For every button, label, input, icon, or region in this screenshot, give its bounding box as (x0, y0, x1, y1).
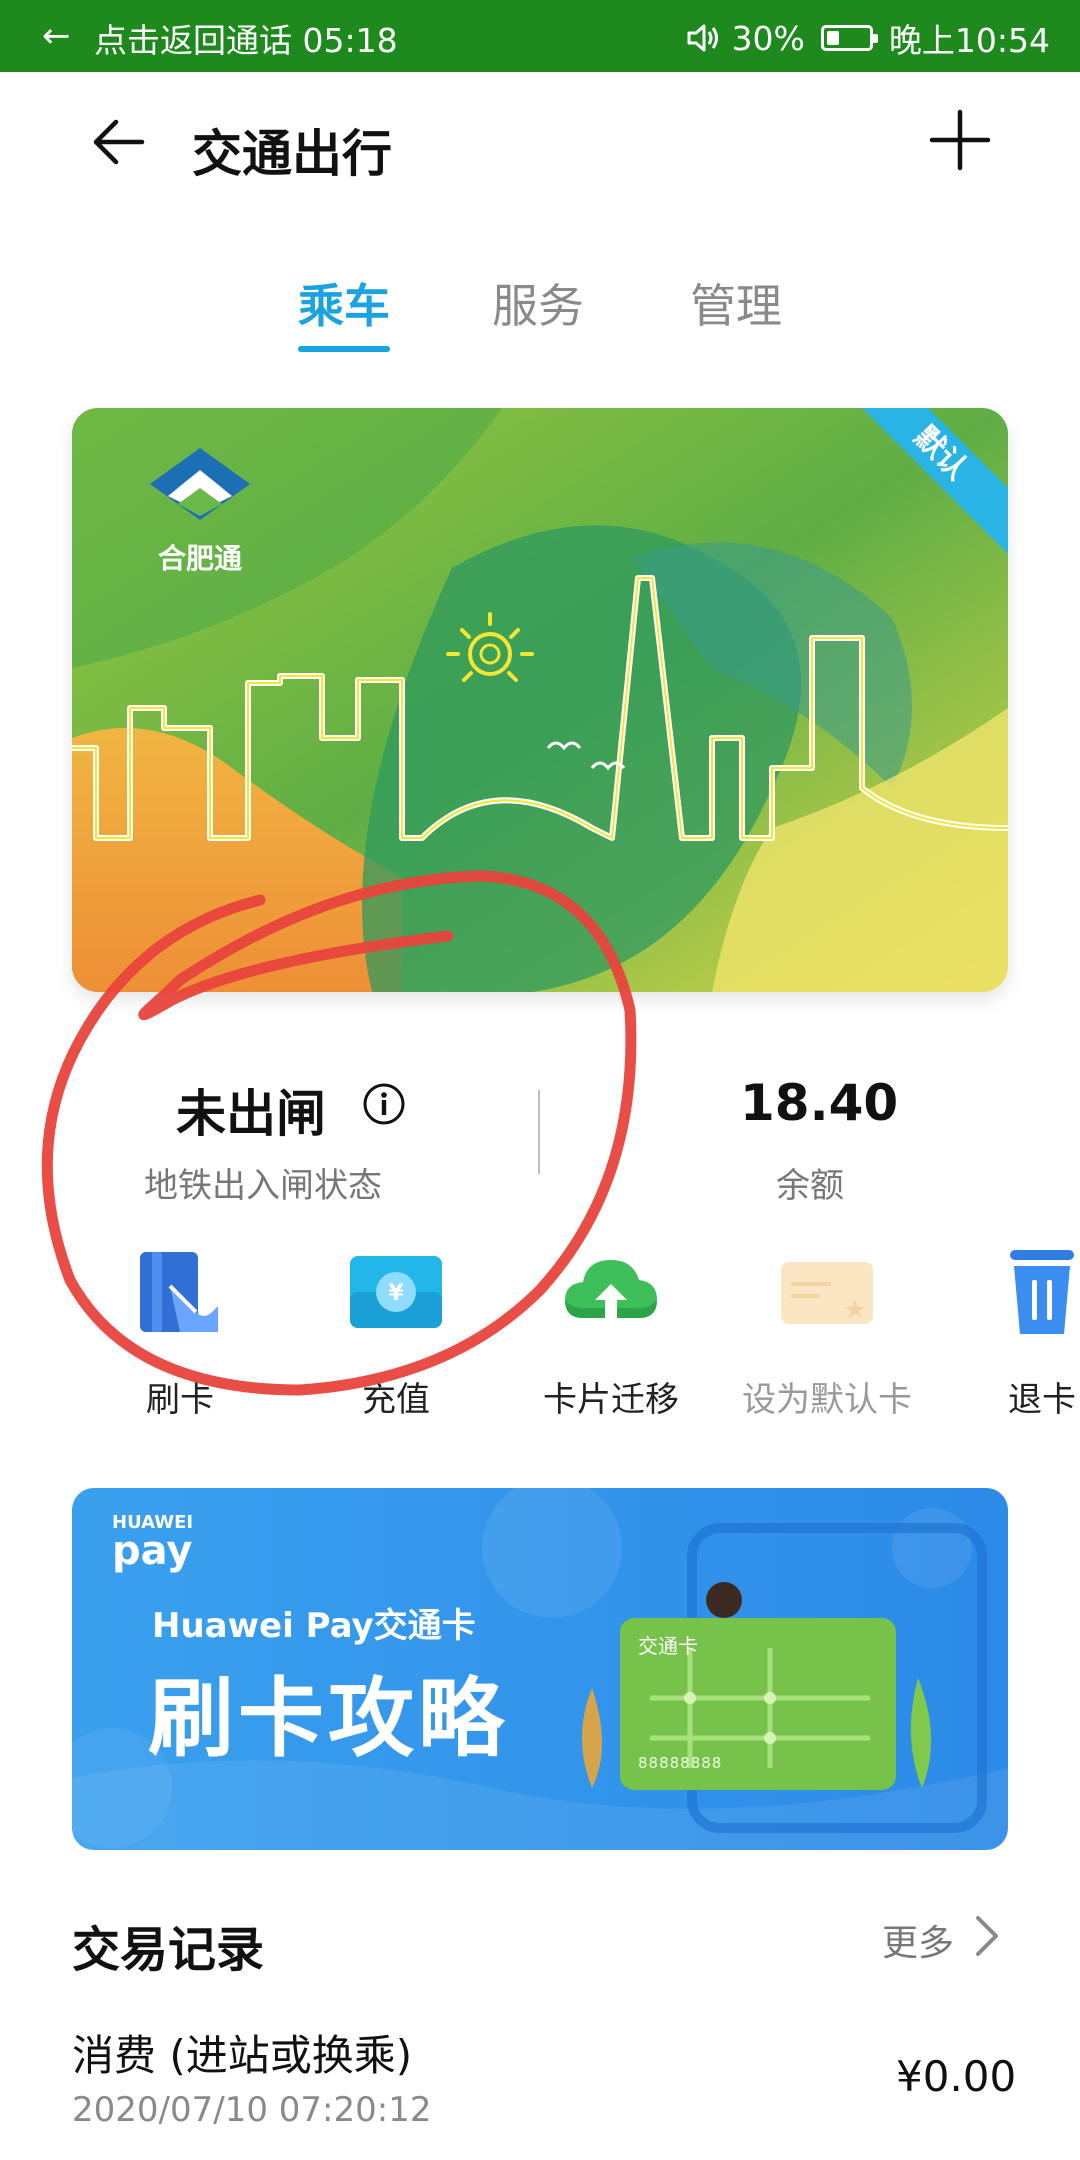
balance-value: 18.40 (740, 1074, 899, 1132)
plus-icon[interactable] (928, 108, 992, 172)
card-swipe-icon (140, 1252, 218, 1332)
tab-ride[interactable]: 乘车 (298, 270, 390, 336)
banner-subtitle: Huawei Pay交通卡 (152, 1606, 476, 1646)
status-right: 30% 晚上10:54 (686, 14, 1050, 62)
battery-icon (820, 25, 878, 51)
swipe-guide-banner[interactable]: HUAWEI pay Huawei Pay交通卡 刷卡攻略 交通卡 888888… (72, 1488, 1008, 1850)
app-bar: 交通出行 (0, 72, 1080, 222)
mini-card-number: 88888888 (638, 1754, 723, 1772)
card-actions: 刷卡 ¥ 充值 卡片迁移 设为默认卡 退卡 (0, 1232, 1080, 1422)
cloud-upload-icon (565, 1260, 657, 1318)
svg-text:¥: ¥ (388, 1281, 404, 1306)
stats-divider (538, 1090, 540, 1174)
action-refund-card[interactable]: 退卡 (942, 1232, 1080, 1422)
action-swipe[interactable]: 刷卡 (80, 1232, 280, 1422)
action-label: 充值 (362, 1380, 430, 1420)
card-logo-text: 合肥通 (158, 542, 242, 575)
active-tab-indicator (298, 346, 390, 352)
default-card-icon (781, 1262, 873, 1324)
page-title: 交通出行 (192, 125, 392, 183)
transaction-time: 2020/07/10 07:20:12 (72, 2090, 432, 2130)
gate-status-label: 地铁出入闸状态 (144, 1166, 382, 1206)
huawei-pay-logo: HUAWEI pay (112, 1514, 193, 1574)
recharge-icon: ¥ (350, 1256, 442, 1328)
mini-transit-card: 交通卡 88888888 (620, 1618, 896, 1790)
action-card-migrate[interactable]: 卡片迁移 (511, 1232, 711, 1422)
gate-status: 未出闸 (176, 1085, 326, 1143)
info-icon[interactable] (362, 1082, 406, 1126)
more-link[interactable]: 更多 (882, 1914, 954, 1966)
action-label: 设为默认卡 (742, 1380, 912, 1420)
action-label: 卡片迁移 (543, 1380, 679, 1420)
trash-icon (1010, 1250, 1074, 1334)
back-arrow-icon[interactable]: ← (42, 16, 71, 56)
tab-manage[interactable]: 管理 (690, 270, 782, 336)
action-set-default[interactable]: 设为默认卡 (727, 1232, 927, 1422)
transaction-title[interactable]: 消费 (进站或换乘) (72, 2022, 412, 2083)
chevron-right-icon[interactable] (972, 1912, 1002, 1960)
back-arrow-icon[interactable] (88, 112, 148, 172)
action-label: 退卡 (1008, 1380, 1076, 1420)
tab-service[interactable]: 服务 (492, 270, 584, 336)
clock: 晚上10:54 (888, 21, 1050, 60)
transit-card[interactable]: 合肥通 默认 (72, 408, 1008, 992)
battery-percent: 30% (731, 18, 805, 58)
speaker-icon (687, 24, 718, 52)
action-label: 刷卡 (146, 1380, 214, 1420)
card-stats: 未出闸 地铁出入闸状态 18.40 余额 (0, 1060, 1080, 1210)
mini-card-title: 交通卡 (638, 1634, 698, 1658)
tab-bar: 乘车 服务 管理 (0, 270, 1080, 352)
return-to-call-text[interactable]: 点击返回通话 05:18 (94, 14, 398, 62)
banner-headline: 刷卡攻略 (148, 1669, 508, 1769)
status-bar: ← 点击返回通话 05:18 30% 晚上10:54 (0, 0, 1080, 72)
balance-label: 余额 (776, 1166, 844, 1206)
brand-big-text: pay (112, 1528, 193, 1574)
records-title: 交易记录 (72, 1922, 265, 1978)
action-recharge[interactable]: ¥ 充值 (296, 1232, 496, 1422)
transaction-amount: ¥0.00 (896, 2052, 1017, 2101)
card-artwork: 合肥通 默认 (72, 408, 1008, 992)
